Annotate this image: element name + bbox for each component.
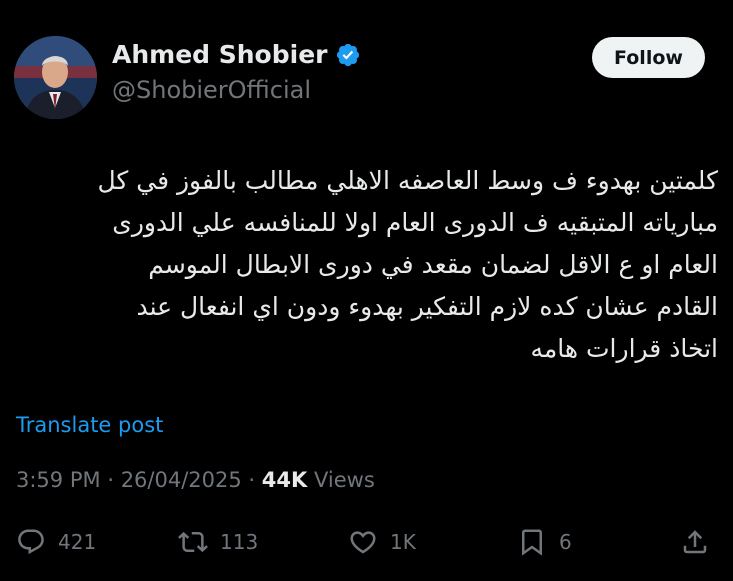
reply-icon [18, 529, 44, 555]
tweet-date[interactable]: 26/04/2025 [121, 468, 242, 492]
translate-post-link[interactable]: Translate post [16, 413, 163, 437]
tweet-meta: 3:59 PM · 26/04/2025 · 44K Views [16, 468, 375, 492]
verified-badge-icon [337, 43, 360, 66]
avatar-image [14, 36, 97, 119]
meta-separator: · [107, 468, 114, 492]
author-display-name[interactable]: Ahmed Shobier [112, 40, 327, 69]
share-icon [683, 530, 707, 554]
meta-separator: · [248, 468, 256, 492]
repost-count: 113 [220, 530, 259, 554]
author-handle[interactable]: @ShobierOfficial [112, 76, 311, 104]
like-count: 1K [390, 530, 416, 554]
follow-button[interactable]: Follow [592, 37, 705, 78]
views-count: 44K [261, 468, 308, 492]
avatar[interactable] [14, 36, 97, 119]
share-button[interactable] [680, 522, 710, 562]
tweet-text: كلمتين بهدوء ف وسط العاصفه الاهلي مطالب … [97, 166, 718, 363]
bookmark-icon [522, 529, 542, 556]
reply-count: 421 [58, 530, 97, 554]
bookmark-button[interactable]: 6 [517, 522, 572, 562]
repost-icon [178, 531, 208, 553]
author-name-row: Ahmed Shobier [112, 40, 361, 69]
action-bar: 421 113 1K 6 [0, 522, 733, 562]
tweet-time[interactable]: 3:59 PM [16, 468, 101, 492]
heart-icon [350, 531, 376, 554]
like-button[interactable]: 1K [348, 522, 416, 562]
repost-button[interactable]: 113 [178, 522, 258, 562]
views-label: Views [313, 468, 375, 492]
bookmark-count: 6 [559, 530, 572, 554]
reply-button[interactable]: 421 [16, 522, 96, 562]
